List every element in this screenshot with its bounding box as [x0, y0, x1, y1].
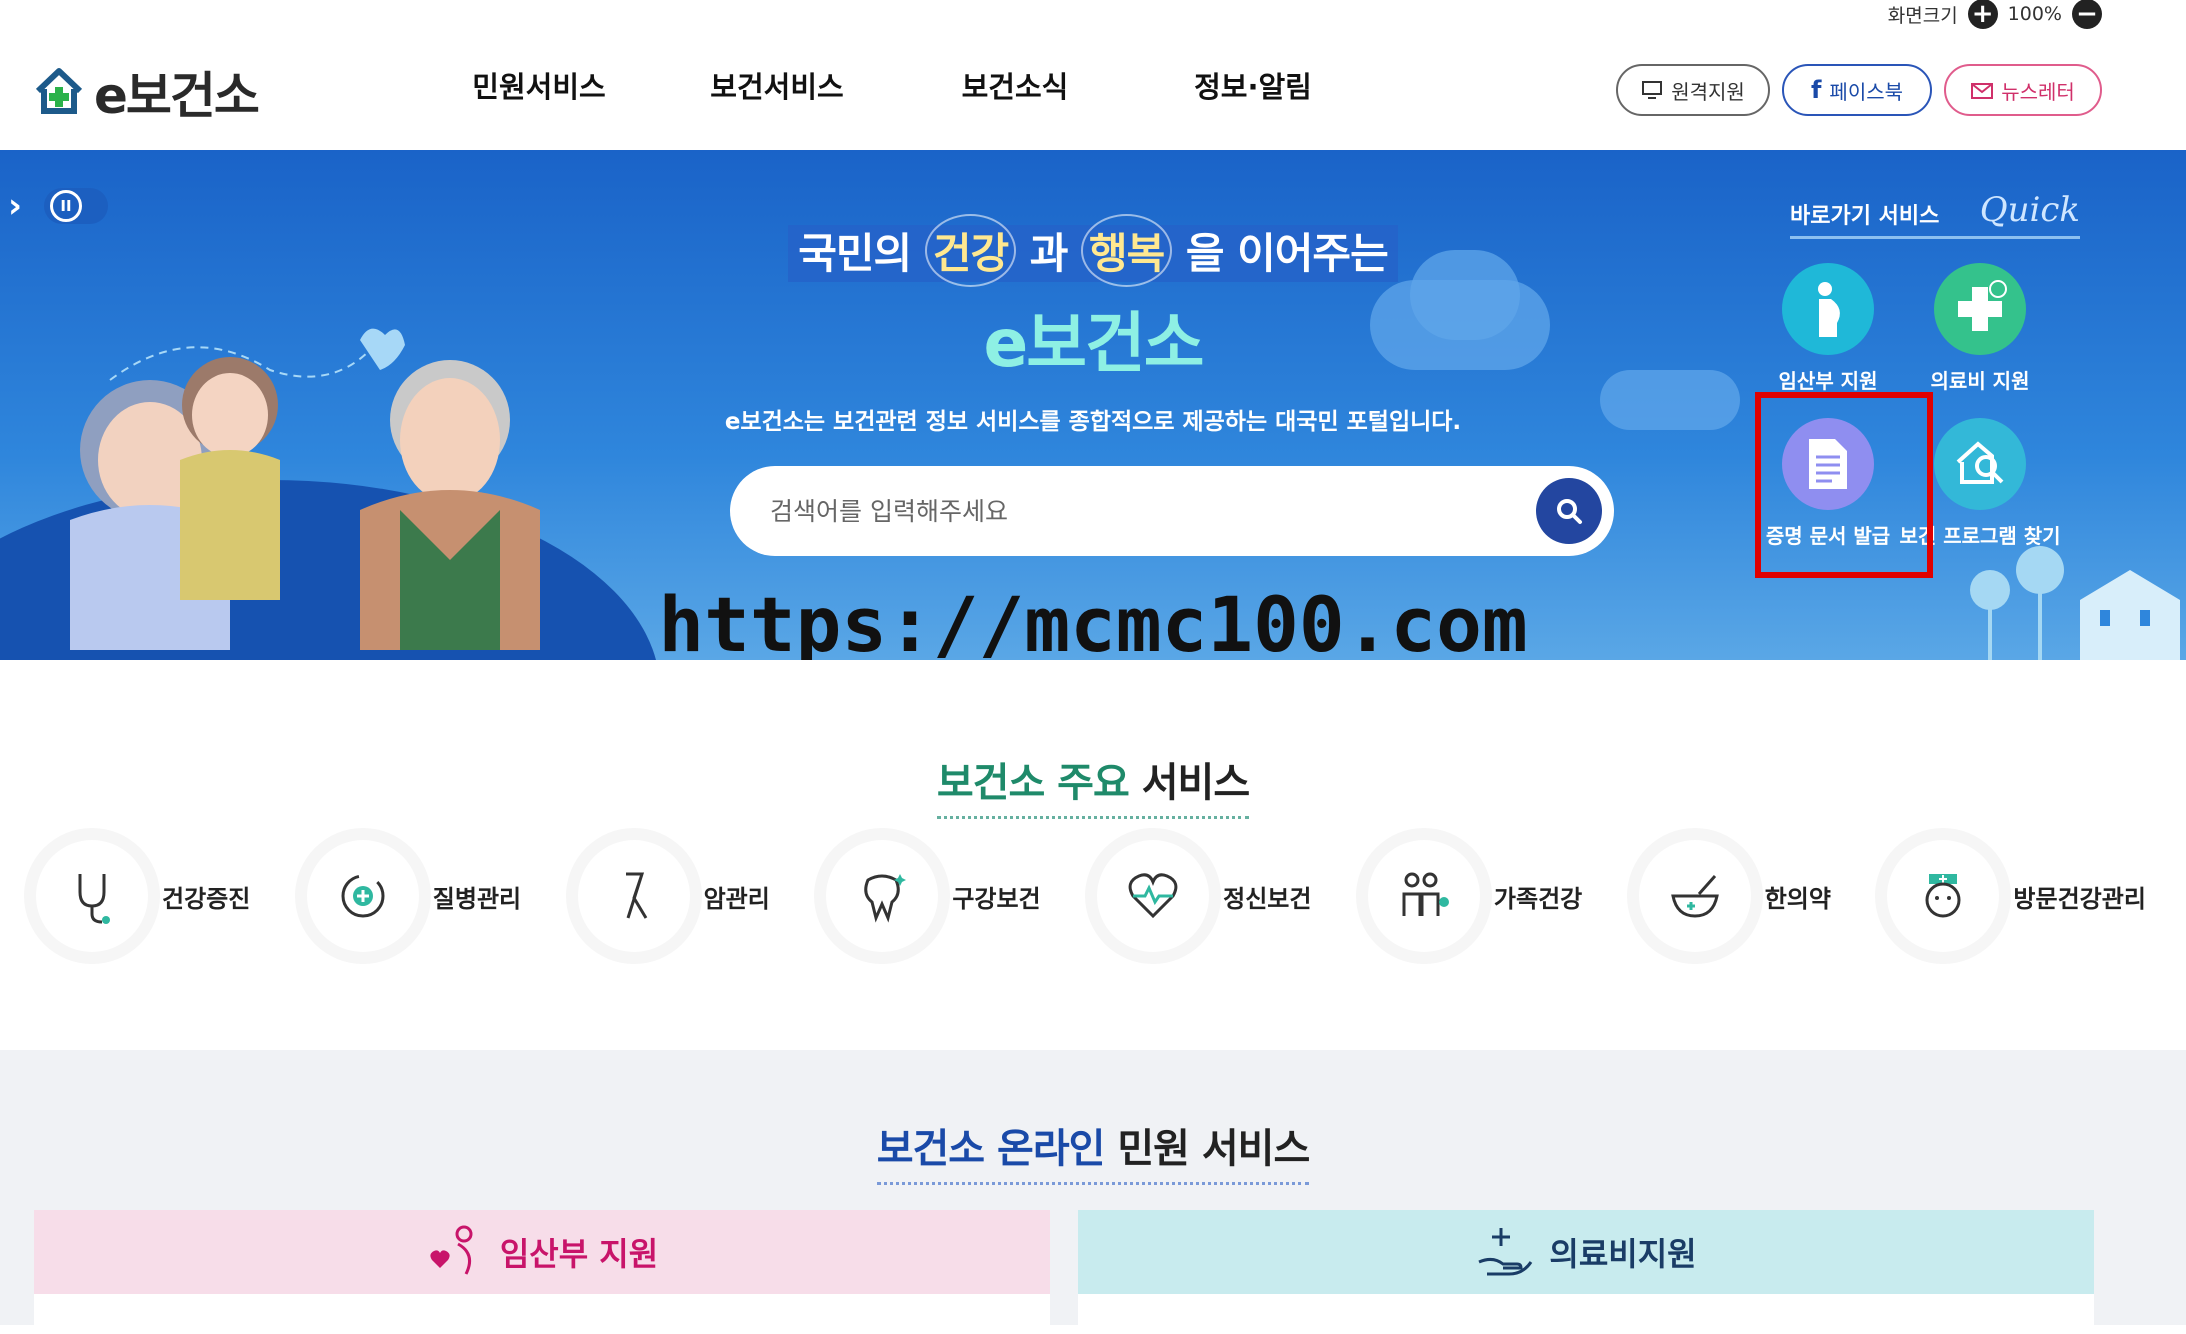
nurse-icon [1887, 840, 2000, 952]
service-label: 가족건강 [1493, 884, 1583, 913]
quick-medical-support[interactable]: 의료비 지원 [1904, 263, 2056, 394]
search-button[interactable] [1536, 478, 1602, 544]
hero-title-word2: 행복 [1080, 214, 1173, 287]
main-services-title-b: 서비스 [1141, 760, 1250, 806]
remote-support-button[interactable]: 원격지원 [1616, 64, 1770, 116]
main-nav: 민원서비스 보건서비스 보건소식 정보·알림 [420, 64, 1372, 106]
service-label: 암관리 [703, 884, 770, 913]
zoom-out-button[interactable]: − [2072, 0, 2102, 29]
zoom-level: 100% [2007, 3, 2062, 25]
hand-cross-icon [1478, 1228, 1533, 1276]
heart-pulse-icon [1097, 840, 1210, 952]
mortar-icon [1638, 840, 1751, 952]
online-services-title-a: 보건소 온라인 [876, 1126, 1106, 1172]
search-input[interactable] [770, 496, 1510, 526]
quick-label: 임산부 지원 [1778, 369, 1878, 393]
logo-text: e보건소 [94, 67, 260, 125]
pregnant-icon [1782, 263, 1874, 355]
facebook-icon: f [1810, 76, 1822, 104]
hero-title-word1: 건강 [924, 214, 1017, 287]
screen-size-label: 화면크기 [1887, 4, 1958, 27]
nav-civil-service[interactable]: 민원서비스 [420, 64, 658, 106]
service-cancer-management[interactable]: 암관리 [577, 840, 770, 952]
panel-medical-support[interactable]: 의료비지원 [1078, 1210, 2094, 1334]
search-bar [730, 466, 1614, 556]
zoom-in-button[interactable]: + [1967, 0, 1998, 29]
service-visiting-care[interactable]: 방문건강관리 [1887, 840, 2146, 952]
service-oral-health[interactable]: 구강보건 [826, 840, 1041, 952]
facebook-button[interactable]: f 페이스북 [1782, 64, 1932, 116]
newsletter-label: 뉴스레터 [2001, 79, 2075, 104]
header: 화면크기 + 100% − e보건소 민원서비스 보건서비스 보건소식 정보·알… [0, 0, 2186, 150]
hero-banner: › II 국민의 건강 과 행복 을 이어주는 e보건소 e보건소는 보건관련 … [0, 150, 2186, 660]
facebook-label: 페이스북 [1829, 79, 1904, 104]
quick-title-en: Quick [1979, 190, 2080, 230]
service-disease-management[interactable]: 질병관리 [306, 840, 522, 952]
panel-label: 의료비지원 [1549, 1235, 1697, 1273]
refresh-cross-icon [306, 840, 419, 952]
tooth-icon [826, 840, 939, 952]
newsletter-button[interactable]: 뉴스레터 [1944, 64, 2102, 116]
online-services-title: 보건소 온라인 민원 서비스 [876, 1116, 1310, 1185]
nav-health-service[interactable]: 보건서비스 [658, 64, 896, 106]
service-label: 방문건강관리 [2013, 884, 2146, 913]
screen-size-control: 화면크기 + 100% − [1887, 0, 2102, 29]
service-label: 질병관리 [432, 884, 522, 913]
monitor-icon [1642, 81, 1663, 99]
panel-label: 임산부 지원 [499, 1235, 659, 1273]
hero-title-mid: 과 [1029, 229, 1069, 278]
quick-pregnant-support[interactable]: 임산부 지원 [1752, 263, 1904, 394]
service-family-health[interactable]: 가족건강 [1367, 840, 1583, 952]
online-services-title-b: 민원 서비스 [1117, 1126, 1310, 1172]
stethoscope-icon [36, 840, 148, 952]
house-cross-icon [35, 68, 83, 114]
remote-support-label: 원격지원 [1671, 79, 1745, 104]
panel-body [1078, 1294, 2094, 1334]
panel-pregnant-support[interactable]: 임산부 지원 [34, 1210, 1050, 1334]
service-mental-health[interactable]: 정신보건 [1097, 840, 1311, 952]
online-services-section: 보건소 온라인 민원 서비스 임산부 지원 의료비지원 [0, 1050, 2186, 1334]
highlight-box [1755, 392, 1933, 578]
service-label: 정신보건 [1223, 884, 1312, 913]
main-services-title: 보건소 주요 서비스 [936, 750, 1250, 819]
family-icon [1367, 840, 1480, 952]
watermark-url: https://mcmc100.com [658, 580, 1528, 660]
nav-info-notice[interactable]: 정보·알림 [1134, 64, 1372, 106]
service-oriental-medicine[interactable]: 한의약 [1638, 840, 1831, 952]
medical-cross-icon [1934, 263, 2026, 355]
site-logo[interactable]: e보건소 [32, 56, 260, 128]
service-health-promotion[interactable]: 건강증진 [36, 840, 250, 952]
panel-body [34, 1294, 1050, 1334]
hero-title-prefix: 국민의 [798, 229, 912, 278]
main-services-title-a: 보건소 주요 [936, 760, 1130, 806]
pregnant-heart-icon [430, 1225, 473, 1275]
main-services-section: 보건소 주요 서비스 건강증진 질병관리 암관리 구강보건 정신보건 가족건강 [0, 660, 2186, 1050]
hero-title-suffix: 을 이어주는 [1185, 229, 1389, 278]
mail-icon [1971, 83, 1994, 99]
header-buttons: 원격지원 f 페이스북 뉴스레터 [1616, 64, 2102, 116]
ribbon-icon [577, 840, 690, 952]
service-label: 건강증진 [162, 884, 251, 913]
service-label: 한의약 [1764, 884, 1831, 913]
nav-health-news[interactable]: 보건소식 [896, 64, 1134, 106]
quick-label: 의료비 지원 [1930, 369, 2030, 393]
service-label: 구강보건 [952, 884, 1041, 913]
quick-title: 바로가기 서비스 [1790, 204, 1940, 229]
search-icon [1557, 499, 1582, 524]
home-search-icon [1934, 418, 2026, 510]
